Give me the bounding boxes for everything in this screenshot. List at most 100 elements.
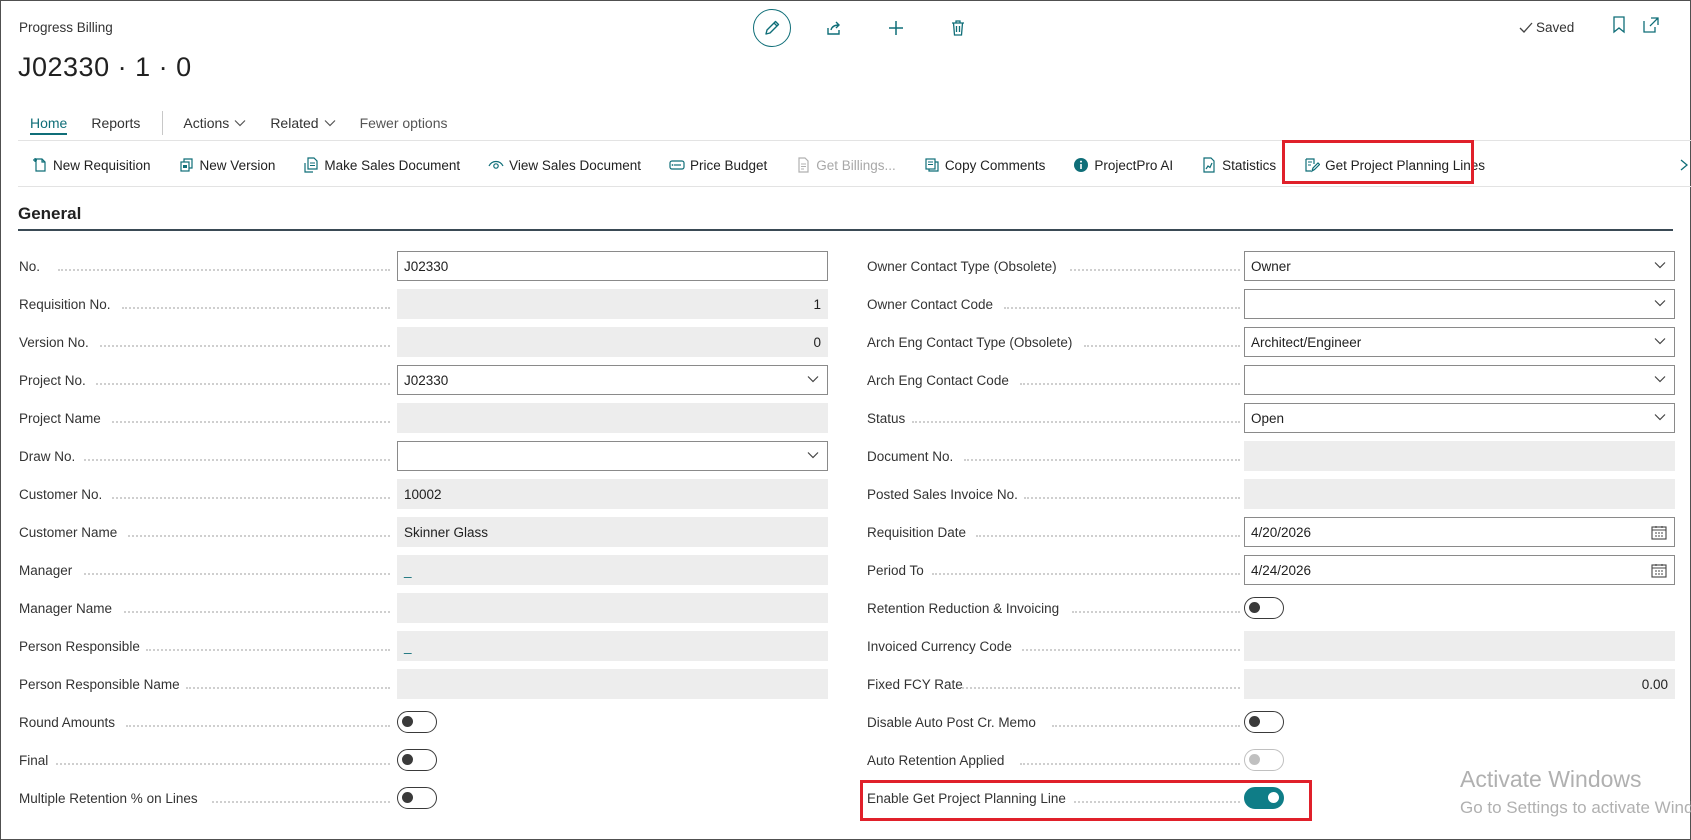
- edit-button[interactable]: [753, 9, 791, 47]
- field-label: Posted Sales Invoice No.: [867, 486, 1018, 502]
- field-label: Owner Contact Type (Obsolete): [867, 258, 1057, 274]
- fixed-fcy-rate-value: 0.00: [1244, 669, 1675, 699]
- fewer-options-button[interactable]: Fewer options: [360, 115, 448, 131]
- calendar-icon[interactable]: [1651, 525, 1667, 540]
- requisition-date-input[interactable]: 4/20/2026: [1244, 517, 1675, 547]
- no-input[interactable]: J02330: [397, 251, 828, 281]
- dotted-leader: [962, 687, 1240, 689]
- dotted-leader: [186, 687, 390, 689]
- final-toggle[interactable]: [397, 749, 437, 771]
- price-budget-button[interactable]: Price Budget: [669, 158, 767, 173]
- person-responsible-value[interactable]: _: [397, 631, 828, 661]
- tab-home[interactable]: Home: [30, 115, 68, 135]
- document-no-value: [1244, 441, 1675, 471]
- chevron-down-icon: [807, 452, 819, 459]
- new-document-icon: [33, 158, 46, 172]
- chevron-down-icon: [1654, 300, 1666, 307]
- draw-no-select[interactable]: [397, 441, 828, 471]
- field-label: Round Amounts: [19, 714, 116, 730]
- version-icon: [179, 158, 193, 172]
- dotted-leader: [112, 421, 390, 423]
- tab-related[interactable]: Related: [270, 115, 336, 131]
- field-value: Owner: [1251, 258, 1291, 274]
- open-new-window-icon[interactable]: [1642, 16, 1660, 34]
- dotted-leader: [932, 573, 1240, 575]
- owner-contact-code-select[interactable]: [1244, 289, 1675, 319]
- field-value[interactable]: _: [404, 639, 412, 654]
- dotted-leader: [976, 535, 1240, 537]
- disable-auto-post-toggle[interactable]: [1244, 711, 1284, 733]
- field-label: Person Responsible: [19, 638, 140, 654]
- highlight-box-action: [1282, 140, 1474, 184]
- make-document-icon: [304, 157, 318, 173]
- dotted-leader: [84, 573, 390, 575]
- field-value: Open: [1251, 410, 1285, 426]
- field-label: Draw No.: [19, 448, 76, 464]
- status-select[interactable]: Open: [1244, 403, 1675, 433]
- field-value: J02330: [404, 372, 449, 388]
- share-button[interactable]: [815, 9, 853, 47]
- field-label: Requisition Date: [867, 524, 967, 540]
- arch-eng-contact-type-select[interactable]: Architect/Engineer: [1244, 327, 1675, 357]
- get-billings-button[interactable]: Get Billings...: [795, 157, 896, 173]
- dotted-leader: [84, 459, 390, 461]
- dotted-leader: [1022, 649, 1240, 651]
- round-amounts-toggle[interactable]: [397, 711, 437, 733]
- new-version-label: New Version: [199, 157, 276, 173]
- field-label: Arch Eng Contact Type (Obsolete): [867, 334, 1073, 350]
- field-label: No.: [19, 258, 41, 274]
- divider: [18, 186, 1691, 187]
- projectpro-ai-label: ProjectPro AI: [1094, 157, 1174, 173]
- chevron-right-icon[interactable]: [1678, 158, 1690, 172]
- multiple-retention-toggle[interactable]: [397, 787, 437, 809]
- owner-contact-type-select[interactable]: Owner: [1244, 251, 1675, 281]
- new-button[interactable]: [877, 9, 915, 47]
- tab-actions[interactable]: Actions: [183, 115, 246, 131]
- calendar-icon[interactable]: [1651, 563, 1667, 578]
- projectpro-ai-button[interactable]: ProjectPro AI: [1073, 157, 1173, 173]
- new-requisition-button[interactable]: New Requisition: [32, 157, 151, 173]
- chart-icon: [1203, 157, 1215, 173]
- field-label: Period To: [867, 562, 924, 578]
- tab-reports[interactable]: Reports: [91, 115, 140, 131]
- field-label: Person Responsible Name: [19, 676, 180, 692]
- delete-button[interactable]: [939, 9, 977, 47]
- retention-reduction-toggle[interactable]: [1244, 597, 1284, 619]
- view-sales-document-label: View Sales Document: [509, 157, 641, 173]
- dotted-leader: [112, 497, 390, 499]
- page-title: J02330 · 1 · 0: [18, 52, 192, 82]
- tab-actions-label: Actions: [183, 115, 230, 131]
- field-label: Invoiced Currency Code: [867, 638, 1012, 654]
- toggle-knob: [1249, 716, 1260, 727]
- field-value[interactable]: _: [404, 563, 412, 578]
- bookmark-icon[interactable]: [1612, 16, 1626, 34]
- checkmark-icon: [1519, 22, 1533, 33]
- copy-comments-label: Copy Comments: [944, 157, 1046, 173]
- period-to-input[interactable]: 4/24/2026: [1244, 555, 1675, 585]
- field-label: Manager: [19, 562, 73, 578]
- statistics-label: Statistics: [1222, 157, 1277, 173]
- chevron-down-icon: [1654, 338, 1666, 345]
- field-label: Owner Contact Code: [867, 296, 994, 312]
- make-sales-document-button[interactable]: Make Sales Document: [303, 157, 460, 173]
- dotted-leader: [100, 345, 390, 347]
- pencil-icon: [765, 20, 780, 35]
- arch-eng-contact-code-select[interactable]: [1244, 365, 1675, 395]
- dotted-leader: [126, 725, 390, 727]
- dotted-leader: [1004, 307, 1240, 309]
- new-version-button[interactable]: New Version: [179, 157, 276, 173]
- nav-divider: [162, 111, 164, 135]
- tab-related-label: Related: [270, 115, 319, 131]
- chevron-down-icon: [324, 120, 336, 127]
- statistics-button[interactable]: Statistics: [1201, 157, 1276, 173]
- plus-icon: [889, 21, 903, 35]
- chevron-down-icon: [1654, 376, 1666, 383]
- project-no-select[interactable]: J02330: [397, 365, 828, 395]
- customer-name-value: Skinner Glass: [397, 517, 828, 547]
- view-sales-document-button[interactable]: View Sales Document: [488, 158, 641, 173]
- chevron-down-icon: [1654, 262, 1666, 269]
- manager-value[interactable]: _: [397, 555, 828, 585]
- copy-comments-button[interactable]: Copy Comments: [924, 157, 1046, 173]
- dotted-leader: [964, 459, 1240, 461]
- toggle-knob: [1249, 602, 1260, 613]
